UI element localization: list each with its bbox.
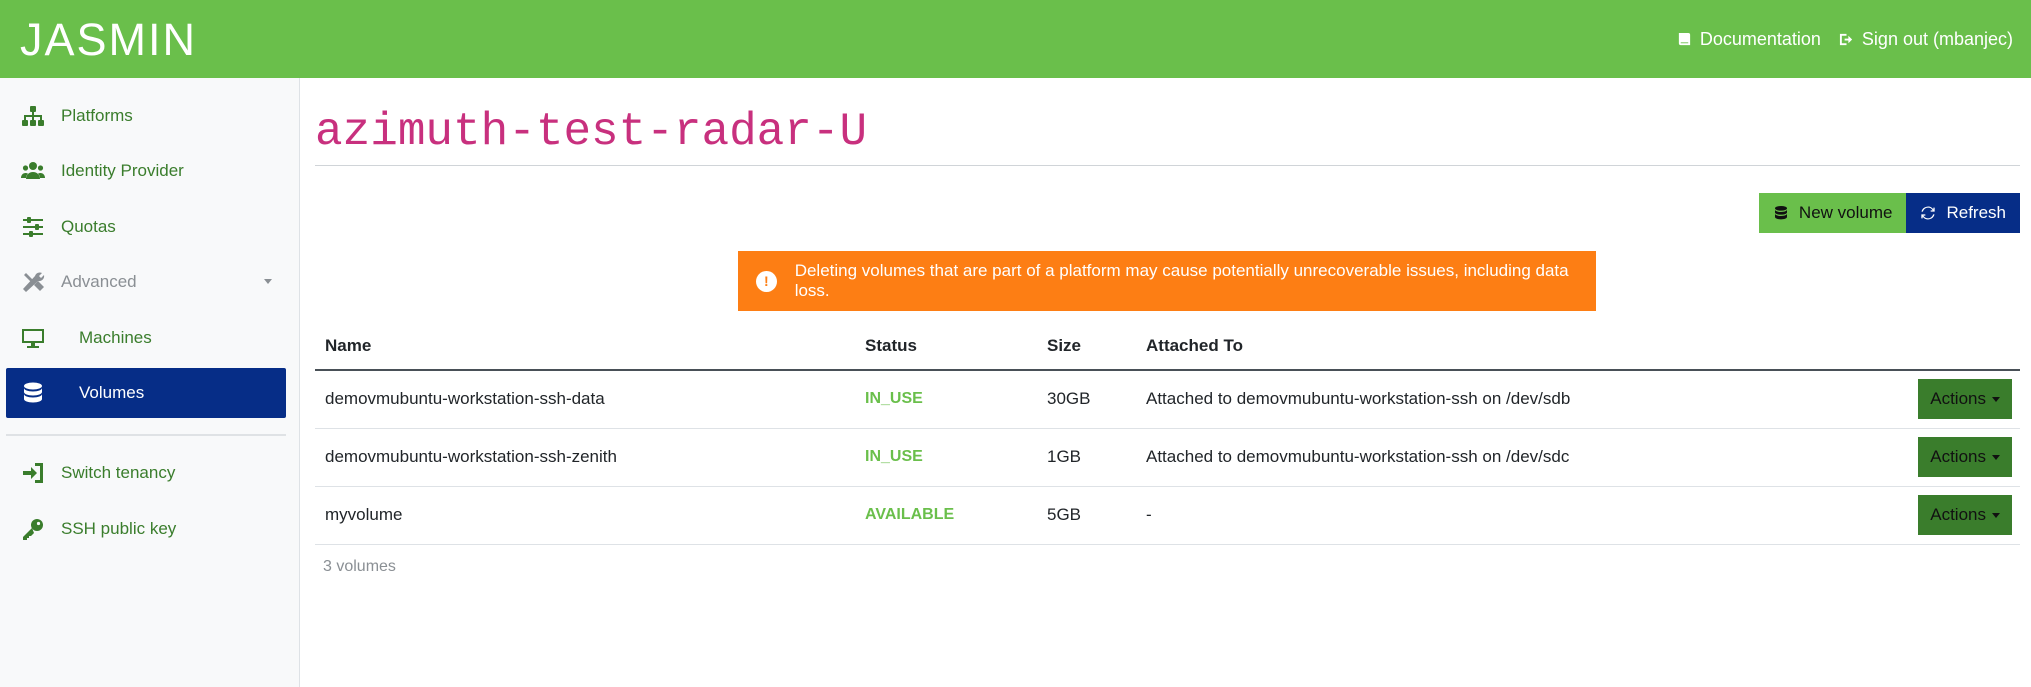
actions-cell: Actions [1886,428,2020,487]
actions-cell: Actions [1886,370,2020,429]
table-row: demovmubuntu-workstation-ssh-zenith IN_U… [315,428,2020,487]
sidebar-item-identity-provider[interactable]: Identity Provider [6,146,286,196]
database-icon [1774,206,1787,220]
toolbar: New volume Refresh [1758,193,2020,233]
chevron-down-icon [264,279,272,284]
volume-name: demovmubuntu-workstation-ssh-zenith [315,428,855,487]
sitemap-icon [20,103,46,129]
volume-attached-to: - [1136,486,1886,545]
volume-name: demovmubuntu-workstation-ssh-data [315,370,855,429]
volume-status: IN_USE [855,370,1037,429]
page-title: azimuth-test-radar-U [315,106,868,158]
sidebar-item-label: Identity Provider [61,161,184,180]
actions-cell: Actions [1886,486,2020,545]
volume-status: IN_USE [855,428,1037,487]
sidebar-item-label: Machines [79,328,152,347]
sliders-icon [20,214,46,240]
database-icon [20,380,46,406]
documentation-link[interactable]: Documentation [1677,29,1821,50]
new-volume-button[interactable]: New volume [1758,193,1907,233]
caret-down-icon [1992,512,2000,518]
sidebar-item-switch-tenancy[interactable]: Switch tenancy [6,448,286,498]
sidebar-item-label: Switch tenancy [61,463,176,482]
warning-alert-text: Deleting volumes that are part of a plat… [794,261,1569,300]
top-navbar: JASMIN Documentation Sign out (mbanjec) [0,0,2031,78]
actions-label: Actions [1930,447,1986,466]
sidebar-item-quotas[interactable]: Quotas [6,202,286,252]
volume-attached-to: Attached to demovmubuntu-workstation-ssh… [1136,428,1886,487]
volume-attached-to: Attached to demovmubuntu-workstation-ssh… [1136,370,1886,429]
refresh-button[interactable]: Refresh [1906,193,2020,233]
signout-link-label: Sign out (mbanjec) [1861,28,2013,49]
column-header-actions [1886,323,2020,371]
book-icon [1678,32,1690,45]
caret-down-icon [1992,454,2000,460]
main-content: azimuth-test-radar-U New volume Refresh … [315,78,2020,687]
column-header-name: Name [315,323,855,371]
sidebar-item-label: Advanced [61,272,137,291]
sidebar-item-volumes[interactable]: Volumes [6,368,286,418]
volume-name: myvolume [315,486,855,545]
volume-size: 30GB [1037,370,1136,429]
sidebar-item-label: Platforms [61,106,133,125]
column-header-status: Status [855,323,1037,371]
documentation-link-label: Documentation [1699,28,1821,49]
actions-dropdown-button[interactable]: Actions [1918,379,2012,420]
actions-dropdown-button[interactable]: Actions [1918,437,2012,477]
tools-icon [20,269,46,295]
volume-size: 1GB [1037,428,1136,487]
actions-dropdown-button[interactable]: Actions [1918,495,2012,535]
title-divider [315,165,2020,166]
actions-label: Actions [1930,505,1986,524]
sidebar-item-label: SSH public key [61,519,177,538]
volume-size: 5GB [1037,486,1136,545]
sidebar: Platforms Identity Provider Quotas Advan… [0,78,300,687]
sidebar-item-platforms[interactable]: Platforms [6,91,286,141]
refresh-label: Refresh [1946,203,2006,222]
signout-link[interactable]: Sign out (mbanjec) [1839,29,2013,50]
volume-status: AVAILABLE [855,486,1037,545]
table-header-row: Name Status Size Attached To [315,323,2020,371]
exclamation-circle-icon: ! [756,270,777,292]
sidebar-item-ssh-public-key[interactable]: SSH public key [6,504,286,554]
caret-down-icon [1992,396,2000,402]
sign-out-icon [1839,33,1853,45]
refresh-icon [1921,206,1936,220]
sidebar-divider [6,434,286,436]
volumes-table: Name Status Size Attached To demovmubunt… [315,323,2020,545]
users-icon [20,158,46,184]
top-links: Documentation Sign out (mbanjec) [1677,29,2013,50]
desktop-icon [20,325,46,351]
sidebar-item-machines[interactable]: Machines [6,313,286,363]
new-volume-label: New volume [1798,203,1893,222]
sidebar-item-advanced[interactable]: Advanced [6,257,286,307]
column-header-size: Size [1037,323,1136,371]
table-row: demovmubuntu-workstation-ssh-data IN_USE… [315,370,2020,429]
sign-in-icon [20,460,46,486]
volume-count: 3 volumes [323,558,396,575]
sidebar-item-label: Volumes [79,383,145,402]
actions-label: Actions [1930,389,1986,409]
key-icon [20,516,46,542]
brand-logo[interactable]: JASMIN [20,17,197,62]
table-row: myvolume AVAILABLE 5GB - Actions [315,486,2020,545]
warning-alert: ! Deleting volumes that are part of a pl… [738,251,1596,311]
sidebar-item-label: Quotas [61,217,116,236]
column-header-attached-to: Attached To [1136,323,1886,371]
